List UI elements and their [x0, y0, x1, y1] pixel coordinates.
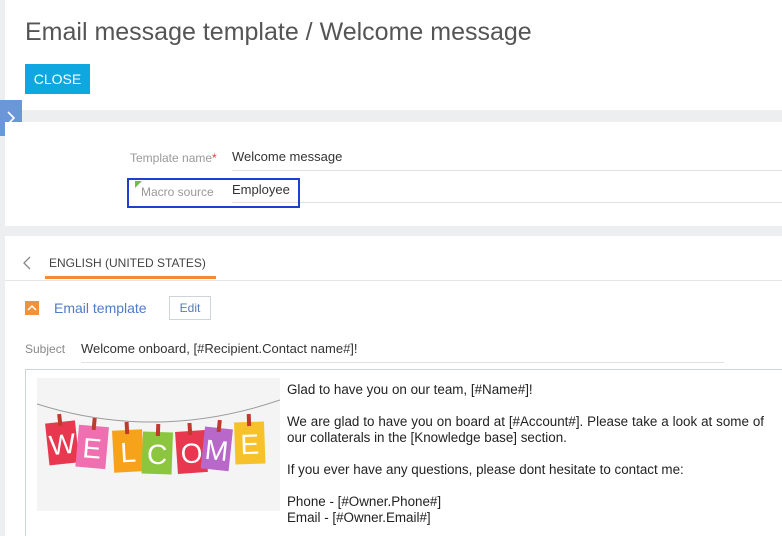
template-name-underline [232, 170, 782, 171]
tabs-divider [5, 280, 782, 281]
banner-letter: L [120, 437, 137, 469]
banner-flag: E [234, 413, 266, 465]
collapse-icon[interactable] [25, 301, 39, 315]
email-greeting: Glad to have you on our team, [#Name#]! [287, 382, 533, 397]
welcome-banner-image: WELCOME [37, 378, 280, 511]
banner-flag: M [200, 419, 233, 472]
template-name-field[interactable]: Welcome message [232, 149, 342, 164]
email-body-editor[interactable]: WELCOME Glad to have you on our team, [#… [25, 369, 782, 536]
required-mark: * [212, 151, 217, 165]
email-paragraph-1: We are glad to have you on board at [#Ac… [287, 414, 764, 445]
subject-label: Subject [25, 342, 66, 356]
banner-letter: O [180, 437, 204, 469]
subject-underline [81, 362, 724, 363]
banner-letter: E [81, 432, 102, 465]
banner-letter: M [203, 434, 229, 467]
banner-flag: C [141, 423, 173, 475]
macro-source-underline [232, 202, 782, 203]
banner-letter: E [240, 429, 260, 461]
email-email-line: Email - [#Owner.Email#] [287, 510, 431, 525]
welcome-banner-graphic: WELCOME [37, 399, 280, 475]
banner-letter: W [48, 428, 78, 462]
active-tab-indicator [45, 276, 216, 279]
email-body-text: Glad to have you on our team, [#Name#]! … [287, 382, 764, 526]
email-paragraph-2: If you ever have any questions, please d… [287, 462, 684, 477]
template-name-label-text: Template name [130, 151, 213, 165]
close-button[interactable]: CLOSE [25, 64, 90, 94]
tab-english-us[interactable]: ENGLISH (UNITED STATES) [49, 256, 206, 270]
header-panel: Email message template / Welcome message… [5, 0, 782, 110]
banner-letter: C [147, 439, 168, 471]
chevron-left-icon[interactable] [23, 256, 31, 270]
email-phone-line: Phone - [#Owner.Phone#] [287, 494, 442, 509]
banner-flag: E [75, 417, 109, 470]
template-fields-panel: Template name* Welcome message Macro sou… [5, 122, 782, 226]
macro-source-highlight [127, 178, 300, 208]
banner-flag: L [112, 421, 145, 473]
page-title: Email message template / Welcome message [25, 18, 532, 46]
chevron-up-icon [27, 305, 37, 311]
banner-flag: W [45, 413, 80, 466]
subject-field[interactable]: Welcome onboard, [#Recipient.Contact nam… [81, 341, 358, 356]
edit-button[interactable]: Edit [169, 296, 211, 320]
content-panel: ENGLISH (UNITED STATES) Email template E… [5, 236, 782, 536]
template-name-label: Template name* [130, 151, 217, 165]
email-template-section-title[interactable]: Email template [54, 300, 147, 316]
